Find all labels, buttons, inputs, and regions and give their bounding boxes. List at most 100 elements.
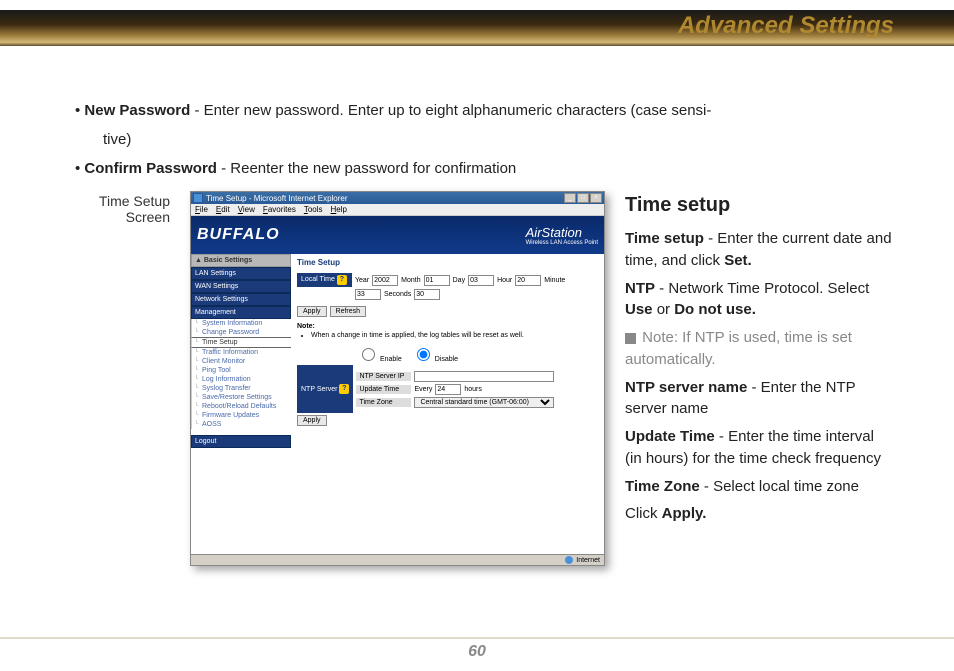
menu-favorites[interactable]: Favorites: [263, 205, 296, 214]
bullet-new-password: • New Password - Enter new password. Ent…: [75, 100, 894, 121]
hours-label: hours: [464, 386, 482, 393]
status-bar: Internet: [191, 554, 604, 565]
header-band: Advanced Settings: [0, 10, 954, 46]
sidebar-wan[interactable]: WAN Settings: [191, 280, 291, 293]
sidebar-item-reboot[interactable]: Reboot/Reload Defaults: [191, 402, 291, 411]
menu-help[interactable]: Help: [331, 205, 347, 214]
disable-radio[interactable]: Disable: [412, 345, 458, 363]
help-icon[interactable]: ?: [337, 275, 347, 285]
sidebar: ▲ Basic Settings LAN Settings WAN Settin…: [191, 254, 291, 554]
ntp-ip-input[interactable]: [414, 371, 554, 382]
apply-button-1[interactable]: Apply: [297, 306, 327, 317]
p-ntp-server-name: NTP server name - Enter the NTP server n…: [625, 377, 894, 421]
menu-file[interactable]: File: [195, 205, 208, 214]
bullet-confirm-password: • Confirm Password - Reenter the new pas…: [75, 158, 894, 179]
apply-row-2: Apply: [297, 415, 598, 426]
sidebar-item-timesetup[interactable]: Time Setup: [191, 337, 291, 348]
update-time-label: Update Time: [356, 385, 411, 394]
enable-radio-input[interactable]: [362, 348, 375, 361]
month-input[interactable]: [424, 275, 450, 286]
status-right: Internet: [565, 556, 600, 564]
menu-view[interactable]: View: [238, 205, 255, 214]
every-label: Every: [414, 386, 432, 393]
hours-input[interactable]: [435, 384, 461, 395]
ntp-ip-label: NTP Server IP: [356, 372, 411, 381]
brand-banner: BUFFALO AirStation Wireless LAN Access P…: [191, 216, 604, 254]
day-input[interactable]: [468, 275, 494, 286]
ntp-server-ip-row: NTP Server? NTP Server IP Update Time Ev…: [297, 365, 598, 413]
note-square-icon: [625, 333, 636, 344]
sidebar-item-changepw[interactable]: Change Password: [191, 328, 291, 337]
minimize-button[interactable]: _: [564, 193, 576, 203]
enable-radio[interactable]: Enable: [357, 345, 402, 363]
globe-icon: [565, 556, 573, 564]
caption-line-1: Time Setup: [99, 193, 170, 209]
sidebar-basic[interactable]: ▲ Basic Settings: [191, 254, 291, 267]
bullet-confirm-password-text: - Reenter the new password for confirmat…: [217, 160, 516, 177]
local-time-row-2: Seconds: [297, 289, 598, 300]
apply-row-1: Apply Refresh: [297, 306, 598, 317]
hour-input[interactable]: [515, 275, 541, 286]
bullet-new-password-cont: tive): [103, 129, 894, 150]
sidebar-item-traffic[interactable]: Traffic Information: [191, 348, 291, 357]
p-update-time: Update Time - Enter the time interval (i…: [625, 426, 894, 470]
year-input[interactable]: [372, 275, 398, 286]
sidebar-item-aoss[interactable]: AOSS: [191, 420, 291, 429]
sidebar-item-ping[interactable]: Ping Tool: [191, 366, 291, 375]
embedded-screenshot: Time Setup - Microsoft Internet Explorer…: [190, 191, 605, 566]
bullet-confirm-password-label: Confirm Password: [84, 160, 217, 177]
sidebar-management[interactable]: Management: [191, 306, 291, 319]
right-heading: Time setup: [625, 191, 894, 220]
sidebar-logout[interactable]: Logout: [191, 435, 291, 448]
ie-icon: [193, 193, 203, 203]
tz-select[interactable]: Central standard time (GMT-06:00): [414, 397, 554, 408]
bullet-new-password-text: - Enter new password. Enter up to eight …: [190, 102, 711, 119]
main-row: Time Setup Screen Time Setup - Microsoft…: [75, 191, 894, 566]
right-column: Time setup Time setup - Enter the curren…: [625, 191, 894, 566]
p-note: Note: If NTP is used, time is set automa…: [625, 327, 894, 371]
enable-disable-row: Enable Disable: [357, 345, 598, 363]
year-label: Year: [355, 277, 369, 284]
sidebar-network[interactable]: Network Settings: [191, 293, 291, 306]
menu-edit[interactable]: Edit: [216, 205, 230, 214]
minute-input[interactable]: [355, 289, 381, 300]
day-label: Day: [453, 277, 465, 284]
p-apply: Click Apply.: [625, 503, 894, 525]
sidebar-item-clientmon[interactable]: Client Monitor: [191, 357, 291, 366]
product-name: AirStation Wireless LAN Access Point: [526, 225, 598, 246]
window-titlebar: Time Setup - Microsoft Internet Explorer…: [191, 192, 604, 204]
refresh-button[interactable]: Refresh: [330, 306, 367, 317]
apply-button-2[interactable]: Apply: [297, 415, 327, 426]
sidebar-item-saverestore[interactable]: Save/Restore Settings: [191, 393, 291, 402]
p-ntp: NTP - Network Time Protocol. Select Use …: [625, 278, 894, 322]
brand-logo: BUFFALO: [197, 226, 280, 244]
sidebar-lan[interactable]: LAN Settings: [191, 267, 291, 280]
local-time-label: Local Time?: [297, 273, 352, 287]
note-heading: Note:: [297, 323, 315, 330]
note-block: Note: When a change in time is applied, …: [297, 323, 598, 339]
close-button[interactable]: ×: [590, 193, 602, 203]
window-buttons: _ □ ×: [564, 193, 602, 203]
config-panel: Time Setup Local Time? Year Month Day Ho…: [291, 254, 604, 554]
seconds-label: Seconds: [384, 291, 411, 298]
screenshot-caption: Time Setup Screen: [75, 191, 170, 566]
sidebar-item-syslog[interactable]: Syslog Transfer: [191, 384, 291, 393]
disable-radio-input[interactable]: [417, 348, 430, 361]
sidebar-item-firmware[interactable]: Firmware Updates: [191, 411, 291, 420]
product-sub: Wireless LAN Access Point: [526, 240, 598, 246]
menubar: File Edit View Favorites Tools Help: [191, 204, 604, 216]
sidebar-item-log[interactable]: Log Information: [191, 375, 291, 384]
bullet-new-password-label: New Password: [84, 102, 190, 119]
hour-label: Hour: [497, 277, 512, 284]
maximize-button[interactable]: □: [577, 193, 589, 203]
ntp-server-label: NTP Server?: [297, 365, 353, 413]
p-time-zone: Time Zone - Select local time zone: [625, 476, 894, 498]
seconds-input[interactable]: [414, 289, 440, 300]
note-text: When a change in time is applied, the lo…: [311, 332, 598, 339]
help-icon-2[interactable]: ?: [339, 384, 349, 394]
minute-label: Minute: [544, 277, 565, 284]
p-time-setup: Time setup - Enter the current date and …: [625, 228, 894, 272]
sidebar-item-sysinfo[interactable]: System Information: [191, 319, 291, 328]
window-title: Time Setup - Microsoft Internet Explorer: [206, 194, 348, 203]
menu-tools[interactable]: Tools: [304, 205, 323, 214]
